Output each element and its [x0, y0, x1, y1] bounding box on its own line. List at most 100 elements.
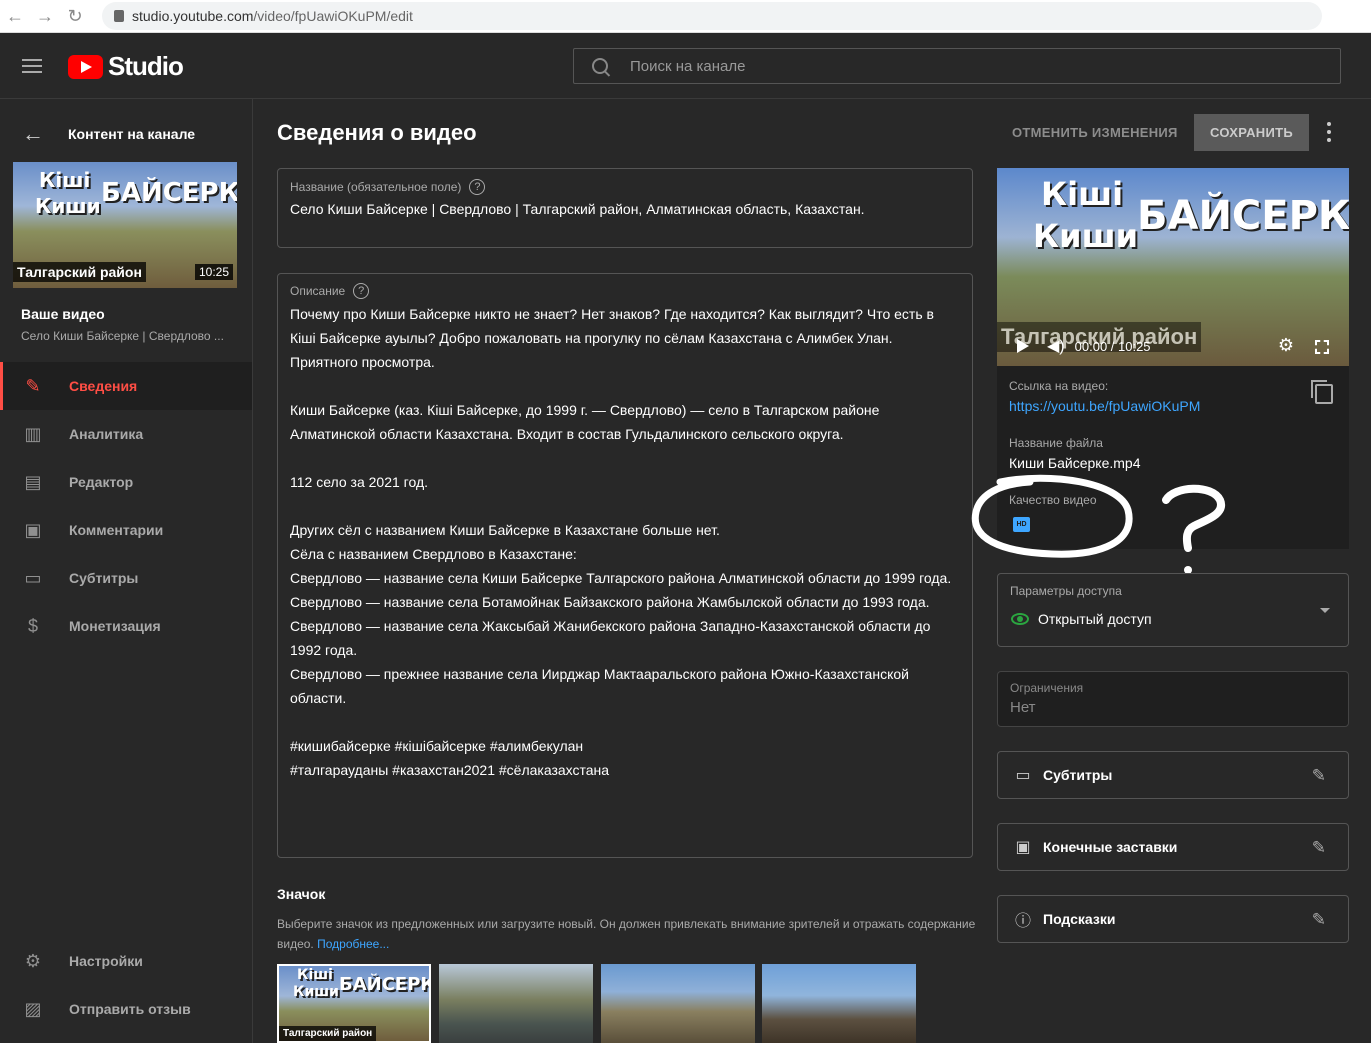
- reload-icon[interactable]: ↻: [60, 1, 90, 31]
- filename-label: Название файла: [1009, 436, 1103, 450]
- restrictions-label: Ограничения: [1010, 681, 1084, 695]
- description-blank-line: [290, 446, 960, 470]
- studio-header: Studio Поиск на канале: [0, 33, 1371, 99]
- player-controls: ◀) 00:00 / 10:25: [997, 326, 1349, 366]
- gear-icon: ⚙: [24, 950, 42, 971]
- video-link[interactable]: https://youtu.be/fpUawiOKuPM: [1009, 398, 1200, 414]
- sidebar-item-settings[interactable]: ⚙ Настройки: [0, 937, 252, 985]
- thumb-text-1: Кіші: [39, 168, 91, 192]
- youtube-logo-icon: [68, 54, 103, 79]
- address-bar[interactable]: studio.youtube.com/video/fpUawiOKuPM/edi…: [102, 2, 1322, 30]
- sidebar-item-analytics[interactable]: ▥ Аналитика: [0, 410, 252, 458]
- player-text-1: Кіші: [1041, 175, 1124, 213]
- sidebar-item-monetization[interactable]: $ Монетизация: [0, 602, 252, 650]
- gear-icon[interactable]: ⚙: [1278, 335, 1294, 356]
- sidebar-item-editor[interactable]: ▤ Редактор: [0, 458, 252, 506]
- sidebar-item-comments[interactable]: ▣ Комментарии: [0, 506, 252, 554]
- sidebar-item-subtitles[interactable]: ▭ Субтитры: [0, 554, 252, 602]
- thumb-text-3: БАЙСЕРКЕ: [101, 178, 237, 208]
- action-label: Подсказки: [1043, 911, 1116, 927]
- more-options-icon[interactable]: [1321, 120, 1337, 144]
- title-value[interactable]: Село Киши Байсерке | Свердлово | Талгарс…: [290, 201, 865, 217]
- help-icon[interactable]: ?: [469, 179, 486, 195]
- restrictions-field: Ограничения Нет: [997, 671, 1349, 727]
- description-line: #талгарауданы #казахстан2021 #сёлаказахс…: [290, 762, 610, 778]
- description-line: Свердлово — прежнее название села Иирджа…: [290, 666, 909, 706]
- url-host: studio.youtube.com: [132, 8, 254, 24]
- end-screen-icon: ▣: [1015, 839, 1031, 856]
- video-link-label: Ссылка на видео:: [1009, 379, 1109, 393]
- sidebar-item-label: Настройки: [69, 953, 143, 969]
- sidebar-item-details[interactable]: ✎ Сведения: [0, 362, 252, 410]
- studio-logo[interactable]: Studio: [68, 51, 184, 82]
- description-line: Сёла с названием Свердлово в Казахстане:: [290, 546, 577, 562]
- arrow-left-icon: ←: [22, 121, 44, 146]
- player-text-2: Киши: [1033, 217, 1138, 255]
- description-line: Свердлово — название села Жаксыбай Жаниб…: [290, 618, 931, 658]
- thumb-opt-text-2: Киши: [293, 984, 339, 1000]
- description-field[interactable]: Описание ? Почему про Киши Байсерке никт…: [277, 273, 973, 858]
- description-line: Киши Байсерке (каз. Кіші Байсерке, до 19…: [290, 402, 880, 442]
- thumb-opt-badge: Талгарский район: [279, 1026, 377, 1041]
- description-blank-line: [290, 710, 960, 734]
- action-label: Субтитры: [1043, 767, 1113, 783]
- description-text[interactable]: Почему про Киши Байсерке никто не знает?…: [290, 302, 960, 782]
- save-button[interactable]: СОХРАНИТЬ: [1194, 114, 1309, 151]
- visibility-label: Параметры доступа: [1010, 584, 1122, 598]
- your-video-heading: Ваше видео: [21, 306, 105, 322]
- volume-icon[interactable]: ◀): [1047, 336, 1065, 356]
- hd-quality-icon: HD: [1013, 517, 1030, 532]
- back-arrow-icon[interactable]: ←: [0, 1, 30, 31]
- your-video-title: Село Киши Байсерке | Свердлово ...: [21, 329, 224, 343]
- search-placeholder: Поиск на канале: [630, 57, 746, 75]
- title-field-label: Название (обязательное поле) ?: [290, 179, 486, 195]
- comment-icon: ▣: [24, 519, 42, 540]
- back-to-content-button[interactable]: ← Контент на канале: [22, 121, 195, 147]
- description-line: Почему про Киши Байсерке никто не знает?…: [290, 306, 934, 370]
- browser-toolbar: ← → ↻ studio.youtube.com/video/fpUawiOKu…: [0, 0, 1371, 33]
- sidebar: ← Контент на канале Кіші Киши БАЙСЕРКЕ Т…: [0, 99, 253, 1043]
- thumbnail-section-desc: Выберите значок из предложенных или загр…: [277, 914, 977, 954]
- dollar-icon: $: [27, 615, 38, 636]
- end-screens-card[interactable]: ▣ Конечные заставки ✎: [997, 823, 1349, 871]
- thumb-text-2: Киши: [35, 194, 101, 218]
- title-label-text: Название (обязательное поле): [290, 180, 462, 194]
- learn-more-link[interactable]: Подробнее...: [317, 937, 389, 951]
- forward-arrow-icon[interactable]: →: [30, 1, 60, 31]
- thumbnail-option-1[interactable]: Кіші Киши БАЙСЕРКЕ Талгарский район: [277, 964, 431, 1043]
- duration-badge: 10:25: [194, 264, 233, 280]
- copy-icon[interactable]: [1311, 380, 1333, 404]
- sidebar-item-label: Комментарии: [69, 522, 164, 538]
- video-thumbnail[interactable]: Кіші Киши БАЙСЕРКЕ Талгарский район 10:2…: [13, 162, 237, 288]
- visibility-select[interactable]: Параметры доступа Открытый доступ: [997, 573, 1349, 647]
- sidebar-item-feedback[interactable]: ▨ Отправить отзыв: [0, 985, 252, 1033]
- menu-icon[interactable]: [22, 59, 42, 73]
- fullscreen-icon[interactable]: [1315, 340, 1329, 354]
- video-player[interactable]: Кіші Киши БАЙСЕРКЕ Талгарский район ◀) 0…: [997, 168, 1349, 366]
- visibility-value: Открытый доступ: [1038, 611, 1152, 627]
- sidebar-item-label: Сведения: [69, 378, 138, 394]
- search-input[interactable]: Поиск на канале: [573, 48, 1341, 84]
- subtitles-icon: ▭: [1015, 767, 1031, 784]
- pencil-icon[interactable]: ✎: [1312, 910, 1326, 930]
- undo-changes-button[interactable]: ОТМЕНИТЬ ИЗМЕНЕНИЯ: [1004, 114, 1186, 151]
- sidebar-item-label: Редактор: [69, 474, 134, 490]
- description-line: Других сёл с названием Киши Байсерке в К…: [290, 522, 720, 538]
- quality-label: Качество видео: [1009, 493, 1097, 507]
- thumbnail-option-3[interactable]: [601, 964, 755, 1043]
- pencil-icon[interactable]: ✎: [1312, 766, 1326, 786]
- pencil-icon[interactable]: ✎: [1312, 838, 1326, 858]
- back-label: Контент на канале: [68, 126, 196, 142]
- description-blank-line: [290, 374, 960, 398]
- subtitles-card[interactable]: ▭ Субтитры ✎: [997, 751, 1349, 799]
- url-path: /video/fpUawiOKuPM/edit: [253, 8, 413, 24]
- cards-card[interactable]: ⓘ Подсказки ✎: [997, 895, 1349, 943]
- thumbnail-option-2[interactable]: [439, 964, 593, 1043]
- play-icon[interactable]: [1017, 339, 1029, 353]
- thumbnail-option-4[interactable]: [762, 964, 916, 1043]
- video-preview-card: Кіші Киши БАЙСЕРКЕ Талгарский район ◀) 0…: [997, 168, 1349, 549]
- sidebar-item-label: Субтитры: [69, 570, 139, 586]
- help-icon[interactable]: ?: [353, 283, 370, 299]
- logo-text: Studio: [108, 51, 184, 81]
- title-field[interactable]: Название (обязательное поле) ? Село Киши…: [277, 168, 973, 248]
